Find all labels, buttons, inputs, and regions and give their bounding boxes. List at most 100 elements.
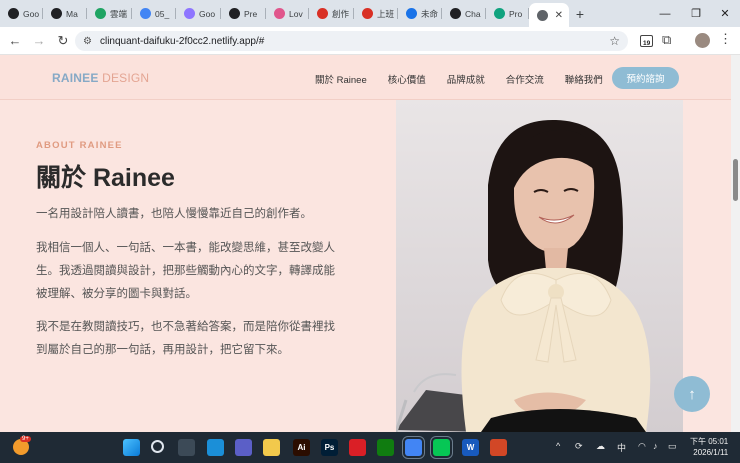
clock-time: 下午 05:01 <box>690 437 729 446</box>
p3-line-1: 我不是在教閱讀技巧，也不急著給答案，而是陪你從書裡找 <box>36 321 335 333</box>
tab-favicon-icon <box>406 8 417 19</box>
taskbar-teams-icon[interactable] <box>235 439 252 456</box>
tab-favicon-icon <box>494 8 505 19</box>
taskbar-line-icon[interactable] <box>430 436 453 459</box>
section-title: 關於 Rainee <box>36 164 175 192</box>
browser-tab[interactable]: 未命 <box>398 0 442 27</box>
tray-chevron-icon[interactable]: ^ <box>556 441 560 451</box>
wifi-icon[interactable]: ◠ <box>638 441 646 452</box>
tab-favicon-icon <box>362 8 373 19</box>
taskbar-chrome-icon[interactable] <box>402 436 425 459</box>
book-consultation-button[interactable]: 預約諮詢 <box>612 67 679 89</box>
nav-values[interactable]: 核心價值 <box>388 72 426 86</box>
nav-menu: 關於 Rainee 核心價值 品牌成就 合作交流 聯絡我們 <box>315 72 624 86</box>
browser-tab[interactable]: 05_ <box>132 0 176 27</box>
extensions-puzzle-icon[interactable]: ⧉ <box>662 32 671 48</box>
tab-label: 創作 <box>332 8 350 19</box>
browser-tab[interactable]: Cha <box>442 0 486 27</box>
browser-tab[interactable]: 雲端 <box>87 0 132 27</box>
tab-label: 上班 <box>377 8 395 19</box>
logo-rainee: RAINEE <box>52 71 99 85</box>
site-logo[interactable]: RAINEE DESIGN <box>52 71 149 85</box>
portrait-photo <box>396 100 683 432</box>
scroll-to-top-button[interactable]: ↑ <box>674 376 710 412</box>
p2-line-2: 生。我透過閱讀與設計，把那些觸動內心的文字，轉譯成能 <box>36 265 335 277</box>
taskbar-edge-icon[interactable] <box>207 439 224 456</box>
system-clock[interactable]: 下午 05:01 2026/1/11 <box>690 436 728 458</box>
extension-badge: 19 <box>643 40 651 47</box>
browser-tab[interactable]: 創作 <box>309 0 354 27</box>
taskbar-powerpoint-icon[interactable] <box>490 439 507 456</box>
tab-favicon-icon <box>317 8 328 19</box>
taskbar-photoshop-icon[interactable]: Ps <box>321 439 338 456</box>
nav-collaboration[interactable]: 合作交流 <box>506 72 544 86</box>
section-kicker: ABOUT RAINEE <box>36 140 123 151</box>
taskbar-explorer-icon[interactable] <box>263 439 280 456</box>
browser-tab[interactable]: Ma <box>43 0 87 27</box>
tab-favicon-icon <box>450 8 461 19</box>
active-browser-tab[interactable]: ✕ <box>529 3 569 27</box>
reload-icon[interactable]: ↻ <box>51 29 75 53</box>
taskbar-search-icon[interactable] <box>151 440 164 453</box>
taskbar-illustrator-icon[interactable]: Ai <box>293 439 310 456</box>
weather-badge: 9+ <box>20 436 31 442</box>
portrait-illustration <box>396 119 651 432</box>
windows-taskbar: 9+ ^ ⟳ ☁ 中 ◠ ♪ ▭ 下午 05:01 2026/1/11 Ai Ps… <box>0 432 740 463</box>
browser-tab[interactable]: Pre <box>221 0 266 27</box>
intro-paragraph-3: 我不是在教閱讀技巧，也不急著給答案，而是陪你從書裡找 到屬於自己的那一句話，再用… <box>36 316 346 362</box>
tab-favicon-icon <box>8 8 19 19</box>
new-tab-button[interactable]: + <box>569 6 591 22</box>
menu-kebab-icon[interactable]: ⋮ <box>719 31 732 47</box>
back-icon[interactable]: ← <box>3 29 27 53</box>
tab-strip: Goo Ma 雲端 05_ Goo Pre Lov 創作 上班 未命 Cha Pro ✕ + <box>0 0 740 27</box>
close-tab-icon[interactable]: ✕ <box>553 10 565 21</box>
minimize-button[interactable]: — <box>650 0 680 27</box>
nav-about[interactable]: 關於 Rainee <box>315 72 367 86</box>
taskbar-word-icon[interactable]: W <box>462 439 479 456</box>
profile-avatar[interactable] <box>695 33 710 48</box>
nav-contact[interactable]: 聯絡我們 <box>565 72 603 86</box>
intro-paragraph-1: 一名用設計陪人讀書，也陪人慢慢靠近自己的創作者。 <box>36 208 312 220</box>
globe-icon <box>537 9 548 21</box>
taskbar-xbox-icon[interactable] <box>377 439 394 456</box>
tab-label: Cha <box>465 8 481 19</box>
p3-line-2: 到屬於自己的那一句話，再用設計，把它留下來。 <box>36 344 289 356</box>
browser-tab[interactable]: Lov <box>266 0 309 27</box>
close-window-button[interactable]: ✕ <box>710 0 740 27</box>
site-info-icon[interactable]: ⚙ <box>83 36 92 47</box>
maximize-button[interactable]: ❐ <box>681 0 711 27</box>
volume-icon[interactable]: ♪ <box>653 441 658 451</box>
bookmark-star-icon[interactable]: ☆ <box>609 34 620 48</box>
taskbar-taskview-icon[interactable] <box>178 439 195 456</box>
tab-label: Ma <box>66 8 78 19</box>
tab-favicon-icon <box>184 8 195 19</box>
taskbar-start-icon[interactable] <box>123 439 140 456</box>
tab-label: Goo <box>199 8 216 19</box>
clock-date: 2026/1/11 <box>693 448 729 457</box>
p2-line-3: 被理解、被分享的圖卡與對話。 <box>36 288 197 300</box>
nav-achievements[interactable]: 品牌成就 <box>447 72 485 86</box>
extension-calendar-icon[interactable]: 19 <box>638 33 656 51</box>
url-text: clinquant-daifuku-2f0cc2.netlify.app/# <box>99 35 265 47</box>
web-page: RAINEE DESIGN 關於 Rainee 核心價值 品牌成就 合作交流 聯… <box>0 55 731 432</box>
vertical-scrollbar[interactable] <box>731 55 740 432</box>
cloud-icon[interactable]: ☁ <box>596 441 605 452</box>
address-bar[interactable]: ⚙ clinquant-daifuku-2f0cc2.netlify.app/#… <box>75 31 628 51</box>
sync-icon[interactable]: ⟳ <box>575 441 583 452</box>
tab-favicon-icon <box>274 8 285 19</box>
tab-label: 雲端 <box>110 8 128 19</box>
tab-label: Pre <box>244 8 258 19</box>
tab-label: 未命 <box>421 8 439 19</box>
tab-favicon-icon <box>140 8 151 19</box>
battery-icon[interactable]: ▭ <box>668 441 677 452</box>
browser-tab[interactable]: 上班 <box>354 0 398 27</box>
forward-icon[interactable]: → <box>27 29 51 53</box>
taskbar-creative-cloud-icon[interactable] <box>349 439 366 456</box>
ime-indicator[interactable]: 中 <box>617 441 626 454</box>
browser-tab[interactable]: Pro <box>486 0 529 27</box>
scrollbar-thumb[interactable] <box>733 159 738 201</box>
tab-favicon-icon <box>95 8 106 19</box>
browser-tab[interactable]: Goo <box>0 0 43 27</box>
browser-tab[interactable]: Goo <box>176 0 221 27</box>
logo-design: DESIGN <box>98 71 150 85</box>
